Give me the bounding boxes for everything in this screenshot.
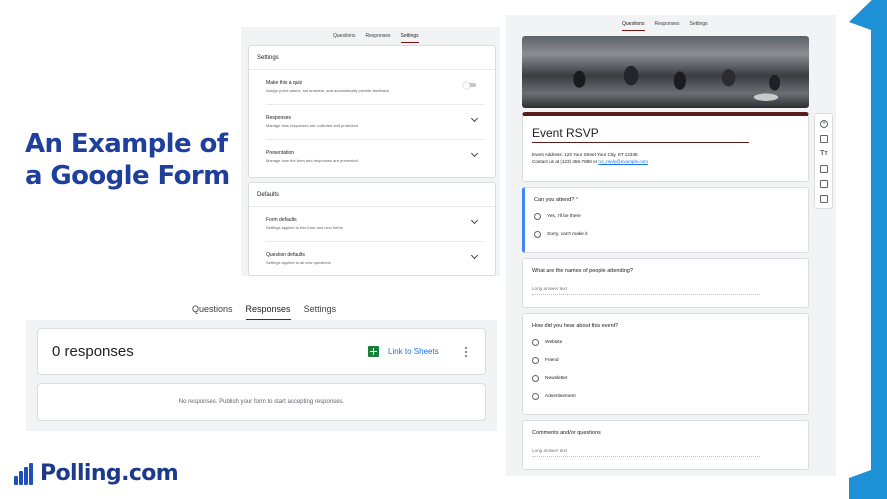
setting-row-question-defaults[interactable]: Question defaults Settings applied to al… (266, 242, 485, 277)
question-card-attend[interactable]: Can you attend? * Yes, I'll be there Sor… (522, 187, 809, 253)
link-to-sheets-button[interactable]: Link to Sheets (368, 346, 439, 357)
defaults-card: Defaults Form defaults Settings applied … (248, 182, 496, 276)
radio-button[interactable] (534, 213, 541, 220)
decorative-accent-stripe (849, 0, 887, 499)
tab-settings[interactable]: Settings (304, 304, 337, 321)
form-title[interactable]: Event RSVP (532, 126, 599, 140)
event-address: Event Address: 123 Your Street Your City… (532, 152, 638, 157)
setting-desc: Assign point values, set answers, and au… (266, 88, 389, 93)
setting-row-form-defaults[interactable]: Form defaults Settings applied to this f… (266, 207, 485, 242)
tab-responses[interactable]: Responses (245, 304, 291, 321)
long-answer-field[interactable]: Long answer text (532, 286, 760, 295)
title-underline (532, 142, 749, 143)
radio-button[interactable] (534, 231, 541, 238)
tab-responses[interactable]: Responses (366, 33, 391, 43)
tab-questions[interactable]: Questions (622, 21, 645, 31)
radio-button[interactable] (532, 393, 539, 400)
option-label: Friend (545, 358, 559, 363)
settings-card-title: Settings (249, 46, 495, 70)
responses-tab-bar: Questions Responses Settings (192, 304, 336, 321)
radio-button[interactable] (532, 375, 539, 382)
more-options-icon[interactable] (465, 347, 467, 349)
setting-desc: Settings applied to this form and new fo… (266, 225, 343, 230)
chevron-down-icon[interactable] (470, 149, 479, 158)
empty-state-message: No responses. Publish your form to start… (178, 399, 345, 405)
tab-questions[interactable]: Questions (192, 304, 233, 321)
question-toolbar: + Tт (814, 113, 833, 209)
headline-line-2: a Google Form (25, 161, 230, 191)
setting-title: Question defaults (266, 252, 305, 258)
form-title-card[interactable]: Event RSVP Event Address: 123 Your Stree… (522, 112, 809, 182)
defaults-card-title: Defaults (249, 183, 495, 207)
setting-desc: Settings applied to all new questions (266, 260, 331, 265)
header-image (522, 36, 809, 108)
radio-option[interactable]: Advertisement (532, 393, 576, 400)
setting-title: Form defaults (266, 217, 297, 223)
responses-body: 0 responses Link to Sheets No responses.… (26, 320, 497, 431)
headline: An Example of a Google Form (25, 128, 240, 192)
chevron-down-icon[interactable] (470, 114, 479, 123)
question-text: What are the names of people attending? (532, 268, 633, 274)
option-label: Sorry, can't make it (547, 232, 588, 237)
radio-option[interactable]: Website (532, 339, 562, 346)
required-marker: * (575, 197, 579, 203)
response-count: 0 responses (52, 343, 134, 360)
setting-desc: Manage how responses are collected and p… (266, 123, 358, 128)
option-label: Yes, I'll be there (547, 214, 581, 219)
question-text: Comments and/or questions (532, 430, 601, 436)
question-card-names[interactable]: What are the names of people attending? … (522, 258, 809, 308)
editor-tab-bar: Questions Responses Settings (622, 21, 708, 31)
form-editor-screenshot: Questions Responses Settings Event RSVP … (506, 15, 836, 476)
question-text: Can you attend? * (534, 197, 579, 203)
question-card-comments[interactable]: Comments and/or questions Long answer te… (522, 420, 809, 470)
form-description[interactable]: Event Address: 123 Your Street Your City… (532, 151, 648, 165)
radio-button[interactable] (532, 339, 539, 346)
radio-option[interactable]: Yes, I'll be there (534, 213, 581, 220)
add-question-icon[interactable]: + (820, 120, 828, 128)
bar-chart-logo-icon (14, 462, 34, 485)
question-card-heard[interactable]: How did you hear about this event? Websi… (522, 313, 809, 415)
option-label: Advertisement (545, 394, 576, 399)
add-title-icon[interactable]: Tт (820, 150, 828, 158)
setting-title: Presentation (266, 150, 295, 156)
quiz-toggle[interactable] (463, 81, 476, 89)
radio-option[interactable]: Sorry, can't make it (534, 231, 588, 238)
setting-desc: Manage how the form and responses are pr… (266, 158, 358, 163)
responses-summary-card: 0 responses Link to Sheets (37, 328, 486, 375)
setting-row-responses[interactable]: Responses Manage how responses are colle… (266, 105, 485, 140)
question-text: How did you hear about this event? (532, 323, 619, 329)
settings-card: Settings Make this a quiz Assign point v… (248, 45, 496, 178)
import-questions-icon[interactable] (820, 135, 828, 143)
radio-option[interactable]: Friend (532, 357, 559, 364)
polling-logo: Polling.com (14, 461, 179, 486)
option-label: Newsletter (545, 376, 568, 381)
empty-state-card: No responses. Publish your form to start… (37, 383, 486, 421)
chevron-down-icon[interactable] (470, 216, 479, 225)
settings-screenshot: Questions Responses Settings Settings Ma… (241, 27, 500, 276)
settings-tab-bar: Questions Responses Settings (333, 33, 419, 43)
responses-screenshot: Questions Responses Settings 0 responses… (26, 296, 497, 431)
add-image-icon[interactable] (820, 165, 828, 173)
google-sheets-icon (368, 346, 379, 357)
tab-questions[interactable]: Questions (333, 33, 356, 43)
headline-line-1: An Example of (25, 129, 228, 159)
long-answer-field[interactable]: Long answer text (532, 448, 760, 457)
setting-row-presentation[interactable]: Presentation Manage how the form and res… (266, 140, 485, 175)
setting-title: Responses (266, 115, 292, 121)
add-section-icon[interactable] (820, 195, 828, 203)
setting-row-quiz[interactable]: Make this a quiz Assign point values, se… (266, 70, 485, 105)
add-video-icon[interactable] (820, 180, 828, 188)
tab-settings[interactable]: Settings (400, 33, 419, 43)
radio-option[interactable]: Newsletter (532, 375, 568, 382)
setting-title: Make this a quiz (266, 80, 303, 86)
contact-email-link[interactable]: no_reply@example.com (598, 159, 648, 164)
radio-button[interactable] (532, 357, 539, 364)
link-to-sheets-label: Link to Sheets (388, 347, 439, 356)
option-label: Website (545, 340, 563, 345)
chevron-down-icon[interactable] (470, 251, 479, 260)
contact-text: Contact us at (123) 456-7890 or (532, 159, 599, 164)
tab-responses[interactable]: Responses (655, 21, 680, 31)
logo-text: Polling.com (40, 461, 179, 486)
tab-settings[interactable]: Settings (690, 21, 708, 31)
